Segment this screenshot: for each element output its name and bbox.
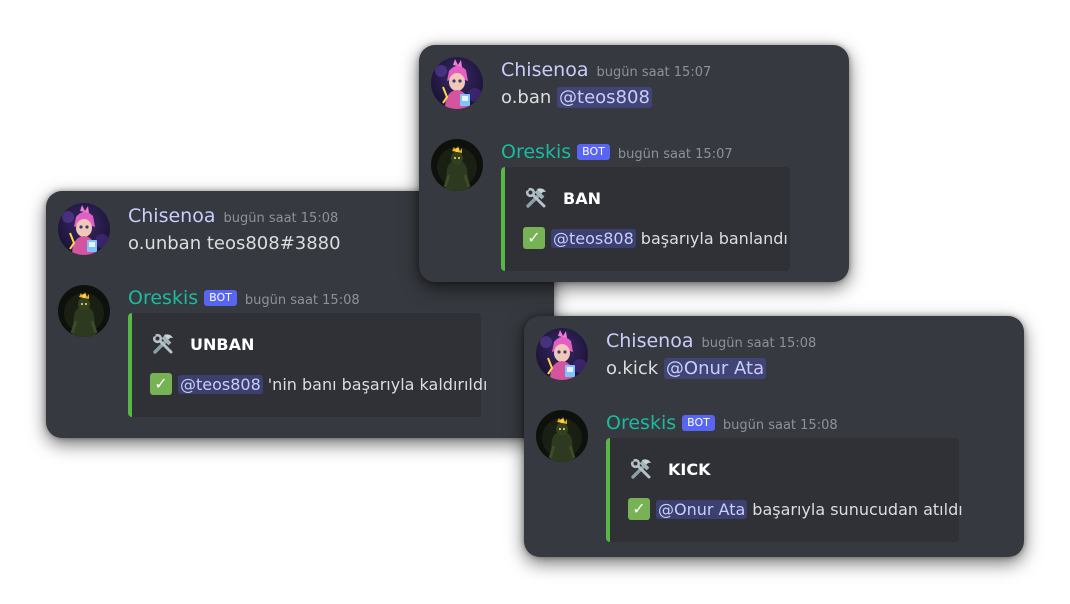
embed-description: başarıyla banlandı — [640, 228, 788, 248]
hammer-and-wrench-icon — [628, 456, 654, 482]
timestamp: bugün saat 15:07 — [596, 65, 712, 80]
embed: UNBAN ✓ @teos808 'nin banı başarıyla kal… — [128, 313, 487, 417]
timestamp: bugün saat 15:08 — [722, 418, 838, 433]
bot-username[interactable]: Oreskis — [606, 412, 676, 434]
command-text: o.kick — [606, 358, 659, 379]
bot-username[interactable]: Oreskis — [501, 141, 571, 163]
user-mention[interactable]: @Onur Ata — [663, 358, 767, 379]
timestamp: bugün saat 15:08 — [701, 336, 817, 351]
message-content: o.kick @Onur Ata — [606, 358, 767, 379]
check-mark-icon: ✓ — [150, 373, 172, 395]
hammer-and-wrench-icon — [523, 185, 549, 211]
timestamp: bugün saat 15:08 — [244, 293, 360, 308]
avatar[interactable] — [536, 328, 588, 380]
embed-title: UNBAN — [190, 334, 255, 354]
hammer-and-wrench-icon — [150, 331, 176, 357]
command-text: o.ban — [501, 87, 552, 108]
avatar[interactable] — [536, 410, 588, 462]
ban-chat-panel: Chisenoa bugün saat 15:07 o.ban @teos808… — [419, 45, 849, 282]
check-mark-icon: ✓ — [523, 227, 545, 249]
embed-title: KICK — [668, 459, 711, 479]
username[interactable]: Chisenoa — [128, 205, 216, 227]
bot-username[interactable]: Oreskis — [128, 287, 198, 309]
check-mark-icon: ✓ — [628, 498, 650, 520]
embed-description: 'nin banı başarıyla kaldırıldı — [267, 374, 488, 394]
avatar[interactable] — [58, 285, 110, 337]
timestamp: bugün saat 15:08 — [223, 211, 339, 226]
avatar[interactable] — [431, 139, 483, 191]
timestamp: bugün saat 15:07 — [617, 147, 733, 162]
message-content: o.ban @teos808 — [501, 87, 652, 108]
kick-chat-panel: Chisenoa bugün saat 15:08 o.kick @Onur A… — [524, 316, 1024, 557]
bot-badge: BOT — [682, 415, 715, 431]
bot-badge: BOT — [577, 144, 610, 160]
command-text: o.unban teos808#3880 — [128, 233, 341, 254]
avatar[interactable] — [431, 57, 483, 109]
user-mention[interactable]: @teos808 — [557, 87, 652, 108]
username[interactable]: Chisenoa — [606, 330, 694, 352]
embed-description: başarıyla sunucudan atıldı — [752, 499, 963, 519]
embed-title: BAN — [563, 188, 601, 208]
embed: BAN ✓ @teos808 başarıyla banlandı — [501, 167, 790, 271]
message-content: o.unban teos808#3880 — [128, 233, 341, 254]
user-mention[interactable]: @teos808 — [551, 228, 636, 248]
username[interactable]: Chisenoa — [501, 59, 589, 81]
user-mention[interactable]: @Onur Ata — [656, 499, 748, 519]
embed: KICK ✓ @Onur Ata başarıyla sunucudan atı… — [606, 438, 963, 542]
user-mention[interactable]: @teos808 — [178, 374, 263, 394]
bot-badge: BOT — [204, 290, 237, 306]
avatar[interactable] — [58, 203, 110, 255]
